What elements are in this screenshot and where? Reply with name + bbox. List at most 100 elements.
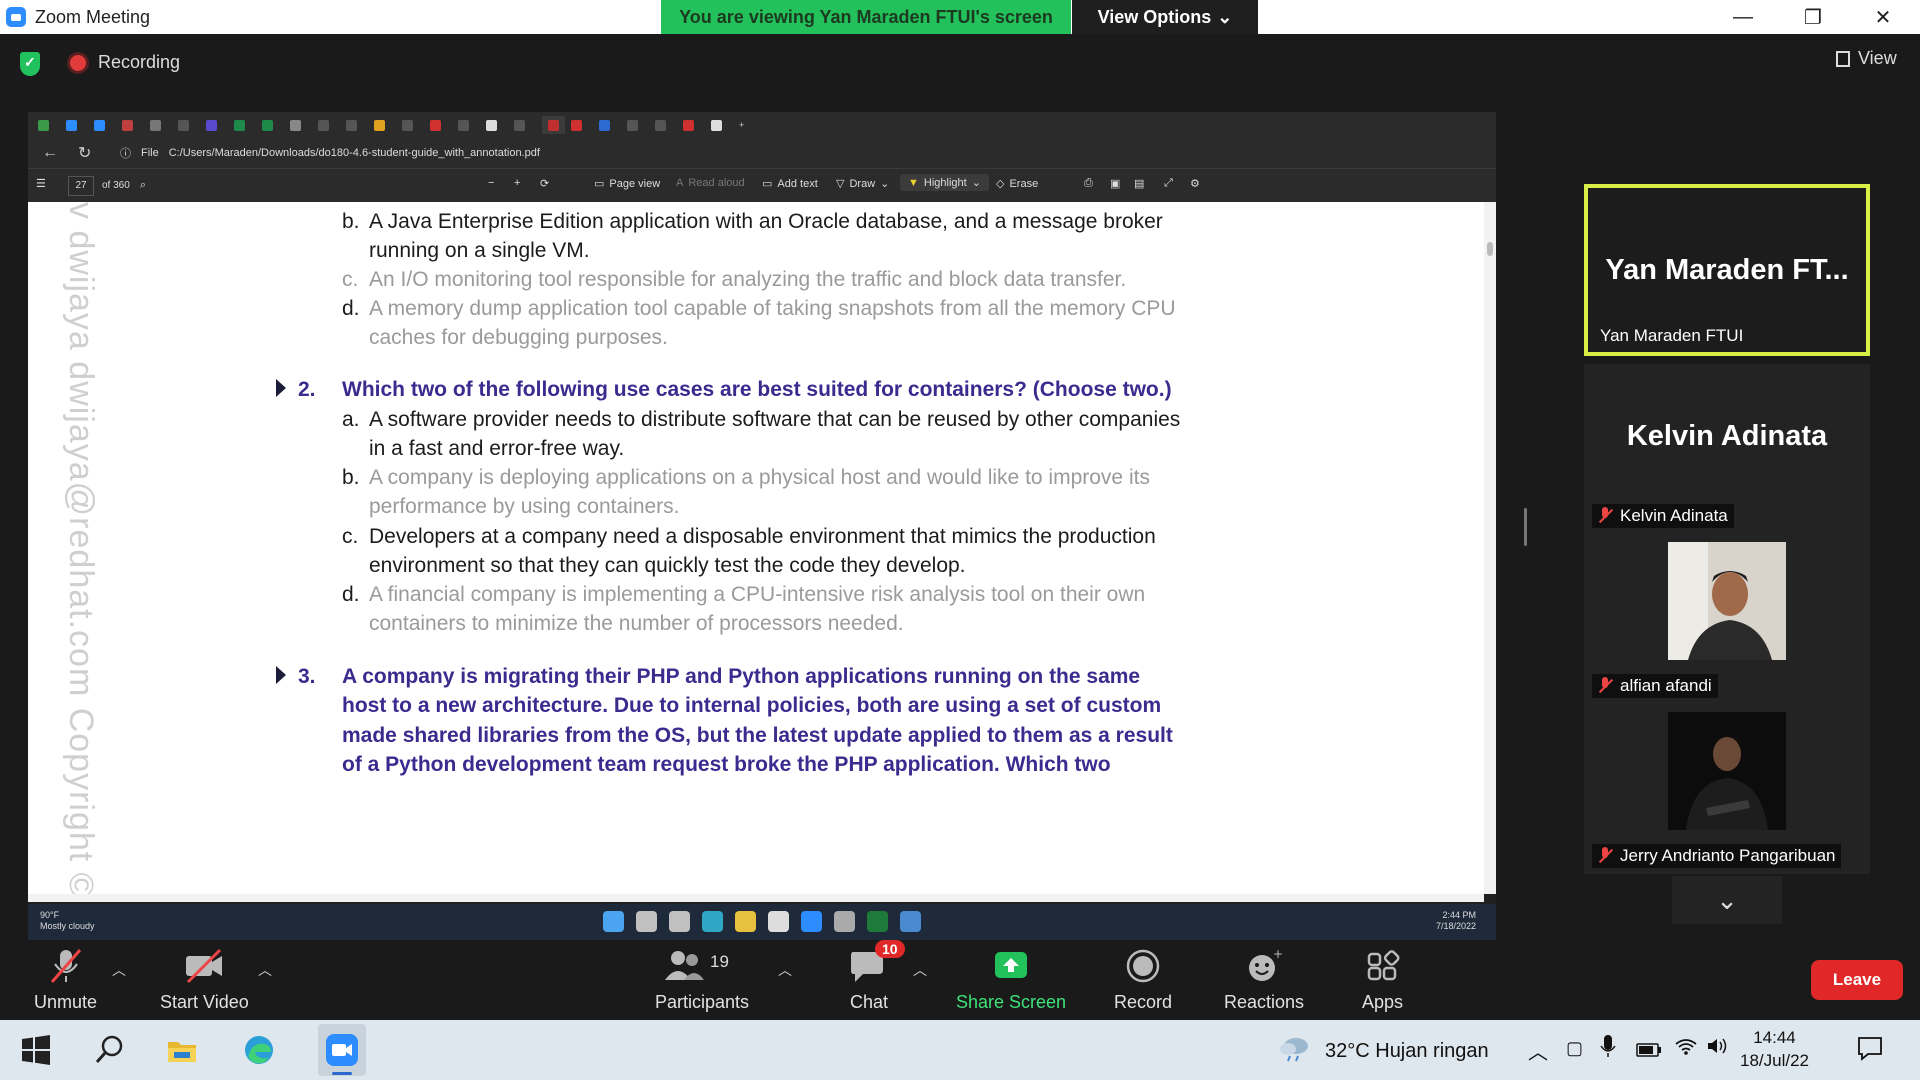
settings-gear-icon[interactable]: ⚙ [1190, 177, 1200, 190]
browser-tab[interactable] [402, 116, 424, 134]
new-tab-icon[interactable]: + [739, 116, 761, 134]
browser-tab[interactable] [430, 116, 452, 134]
mic-muted-icon [1598, 677, 1612, 695]
restore-button[interactable]: ❐ [1778, 0, 1848, 34]
start-video-button[interactable]: Start Video [160, 948, 249, 1013]
os-weather[interactable]: 32°C Hujan ringan [1325, 1040, 1489, 1063]
chat-options-caret-icon[interactable]: ︿ [913, 960, 927, 980]
highlight-button[interactable]: ▼ Highlight ⌄ [900, 174, 989, 191]
panel-splitter[interactable] [1524, 508, 1527, 546]
device-icon[interactable]: ▢ [1566, 1038, 1583, 1059]
fullscreen-icon[interactable]: ⤢ [1164, 177, 1173, 190]
save-as-icon[interactable]: ▤ [1134, 177, 1144, 190]
speaker-icon[interactable] [1706, 1036, 1730, 1062]
browser-tab[interactable] [627, 116, 649, 134]
file-explorer-icon[interactable] [166, 1034, 198, 1066]
draw-button[interactable]: ▽ Draw ⌄ [836, 177, 889, 191]
browser-tab[interactable] [38, 116, 60, 134]
option-text: A Java Enterprise Edition application wi… [369, 210, 1163, 233]
zoom-out-icon[interactable]: − [488, 177, 494, 189]
zoom-taskbar-icon[interactable] [318, 1024, 366, 1076]
notifications-icon[interactable] [1856, 1034, 1884, 1068]
option-text: Developers at a company need a disposabl… [369, 525, 1156, 548]
participant-name: Kelvin Adinata [1592, 504, 1734, 528]
browser-tab[interactable] [206, 116, 228, 134]
contents-icon[interactable]: ☰ [36, 177, 46, 190]
rotate-icon[interactable]: ⟳ [540, 177, 549, 190]
more-participants-button[interactable]: ⌄ [1672, 876, 1782, 924]
participant-tile[interactable]: alfian afandi [1584, 534, 1870, 704]
microphone-icon[interactable] [1600, 1034, 1616, 1064]
erase-button[interactable]: ◇ Erase [996, 177, 1038, 191]
browser-tab[interactable] [178, 116, 200, 134]
browser-tab[interactable] [318, 116, 340, 134]
browser-tab[interactable] [374, 116, 396, 134]
chevron-down-icon: ⌄ [971, 177, 981, 189]
page-number-input[interactable]: 27 [68, 175, 94, 196]
apps-button[interactable]: Apps [1362, 948, 1403, 1013]
browser-tab[interactable] [514, 116, 536, 134]
search-icon[interactable]: ⌕ [140, 179, 146, 192]
edge-icon[interactable] [243, 1034, 275, 1066]
minimize-button[interactable]: — [1708, 0, 1778, 34]
zoom-in-icon[interactable]: + [514, 177, 520, 189]
browser-tab[interactable] [346, 116, 368, 134]
page-view-button[interactable]: ▭ Page view [594, 177, 660, 191]
leave-button[interactable]: Leave [1811, 960, 1903, 1000]
recording-label: Recording [98, 52, 181, 72]
participant-tile[interactable]: Kelvin Adinata Kelvin Adinata [1584, 364, 1870, 534]
close-button[interactable]: ✕ [1848, 0, 1918, 34]
browser-tab-strip: + [28, 112, 1496, 138]
option-text: A software provider needs to distribute … [369, 408, 1181, 431]
browser-tab[interactable] [486, 116, 508, 134]
video-options-caret-icon[interactable]: ︿ [258, 960, 272, 980]
mic-muted-icon [1598, 507, 1612, 525]
search-icon[interactable] [94, 1034, 126, 1066]
browser-tab[interactable] [571, 116, 593, 134]
os-clock[interactable]: 14:44 18/Jul/22 [1740, 1026, 1809, 1072]
record-button[interactable]: Record [1114, 948, 1172, 1013]
back-arrow-icon[interactable]: ← [42, 144, 64, 162]
remote-taskbar: 90°F Mostly cloudy 2:44 PM 7/18/2022 [28, 904, 1496, 940]
browser-tab-active[interactable] [542, 116, 565, 134]
browser-tab[interactable] [683, 116, 705, 134]
battery-icon[interactable] [1636, 1040, 1662, 1063]
read-aloud-button[interactable]: A Read aloud [676, 177, 745, 189]
participant-tile[interactable]: Jerry Andrianto Pangaribuan [1584, 704, 1870, 874]
windows-start-icon[interactable] [20, 1034, 52, 1066]
participants-button[interactable]: 19 Participants [655, 948, 749, 1013]
browser-tab[interactable] [290, 116, 312, 134]
browser-tab[interactable] [262, 116, 284, 134]
chevron-up-icon[interactable]: ︿ [1528, 1036, 1548, 1065]
browser-tab[interactable] [234, 116, 256, 134]
refresh-icon[interactable]: ↻ [78, 143, 100, 163]
browser-tab[interactable] [711, 116, 733, 134]
share-screen-button[interactable]: Share Screen [956, 948, 1066, 1013]
pdf-horizontal-scrollbar[interactable] [28, 894, 1484, 902]
question-number: 3. [298, 665, 316, 688]
add-text-button[interactable]: ▭ Add text [762, 177, 818, 191]
url-field[interactable]: ⓘ File C:/Users/Maraden/Downloads/do180-… [120, 142, 1270, 164]
unmute-button[interactable]: Unmute [34, 948, 97, 1013]
browser-tab[interactable] [122, 116, 144, 134]
print-icon[interactable]: ⎙ [1084, 177, 1093, 190]
pdf-vertical-scrollbar[interactable] [1484, 202, 1496, 894]
view-options-button[interactable]: View Options ⌄ [1072, 0, 1258, 34]
participants-label: Participants [655, 992, 750, 1012]
browser-tab[interactable] [599, 116, 621, 134]
view-button[interactable]: View [1836, 48, 1897, 69]
reactions-button[interactable]: + Reactions [1224, 947, 1304, 1013]
security-shield-icon[interactable] [20, 52, 40, 76]
audio-options-caret-icon[interactable]: ︿ [112, 960, 126, 980]
save-icon[interactable]: ▣ [1110, 177, 1120, 190]
chat-button[interactable]: 10 Chat [849, 940, 905, 1013]
participants-options-caret-icon[interactable]: ︿ [778, 960, 792, 980]
scrollbar-thumb[interactable] [1487, 242, 1493, 256]
browser-tab[interactable] [94, 116, 116, 134]
participant-tile-active-speaker[interactable]: Yan Maraden FT... Yan Maraden FTUI [1584, 184, 1870, 356]
browser-tab[interactable] [655, 116, 677, 134]
browser-tab[interactable] [458, 116, 480, 134]
browser-tab[interactable] [150, 116, 172, 134]
wifi-icon[interactable] [1674, 1036, 1698, 1062]
browser-tab[interactable] [66, 116, 88, 134]
